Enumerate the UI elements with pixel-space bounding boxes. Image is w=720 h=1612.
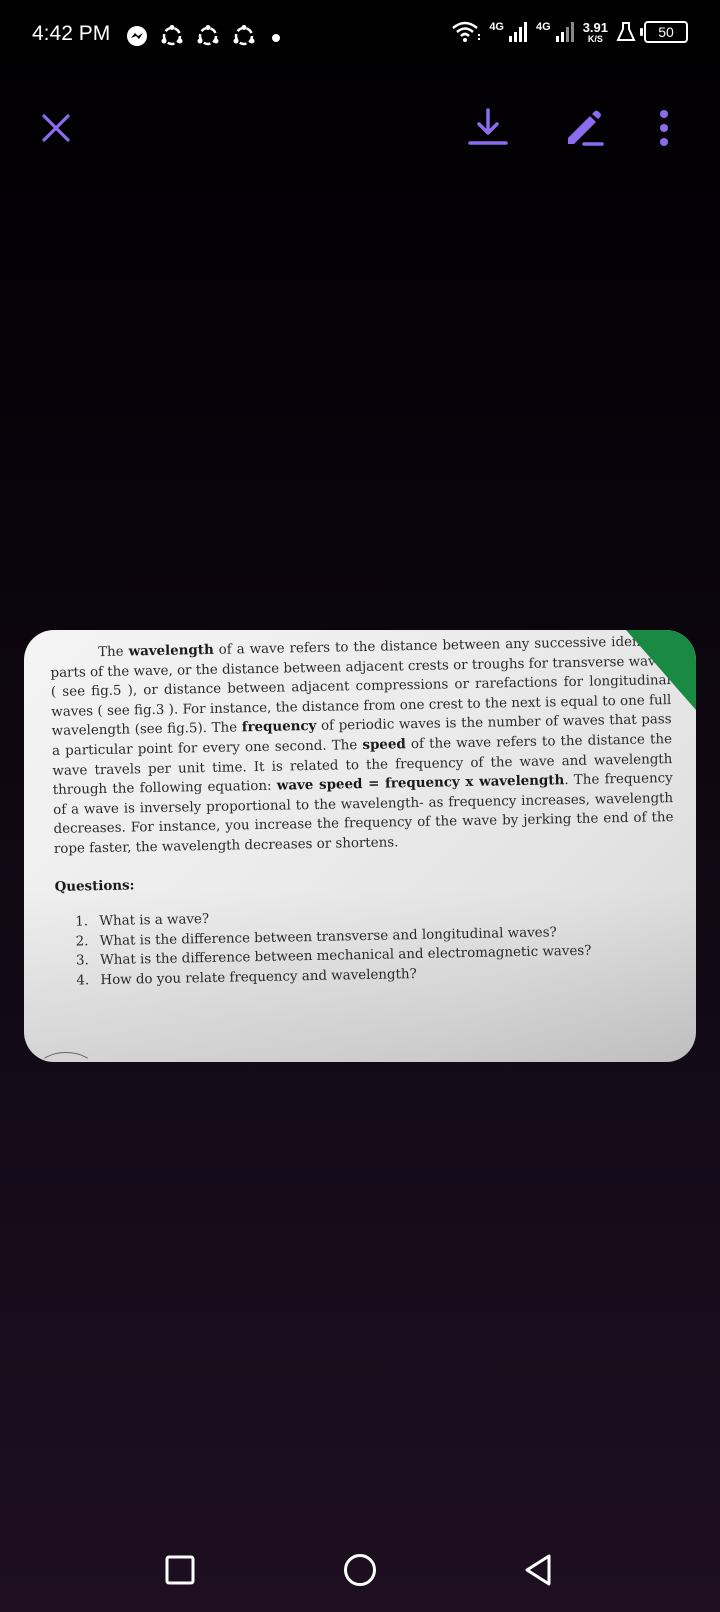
text-run: The — [98, 644, 129, 661]
question-number: 4. — [76, 973, 90, 989]
messenger-icon — [127, 26, 147, 46]
share-icon — [197, 25, 219, 46]
document-image: The wavelength of a wave refers to the d… — [24, 630, 696, 1062]
bold-term-speed: speed — [362, 736, 406, 753]
system-icons: 4G 4G 3.91 K/S 50 — [451, 20, 688, 44]
notification-icons — [126, 24, 284, 48]
pen-icon — [568, 110, 604, 146]
bold-term-frequency: frequency — [241, 718, 317, 736]
document-paragraph: The wavelength of a wave refers to the d… — [50, 632, 674, 859]
bold-term-wavelength: wavelength — [128, 641, 214, 660]
questions-list: 1. What is a wave? 2. What is the differen… — [55, 901, 676, 991]
battery-indicator: 50 — [640, 21, 688, 43]
question-number: 2. — [75, 934, 89, 950]
questions-heading: Questions: — [54, 876, 135, 895]
network-type-2: 4G — [536, 21, 551, 33]
share-icon — [233, 25, 255, 46]
signal-icon — [509, 22, 527, 42]
edit-button[interactable] — [558, 102, 610, 154]
green-corner-decoration — [626, 630, 696, 710]
recents-button[interactable] — [150, 1540, 210, 1600]
network-type-1: 4G — [489, 21, 504, 33]
triangle-back-icon — [525, 1554, 551, 1586]
square-icon — [165, 1555, 195, 1585]
wifi-icon — [452, 21, 481, 42]
more-vertical-icon — [660, 110, 668, 146]
close-button[interactable] — [30, 102, 82, 154]
document-text: The wavelength of a wave refers to the d… — [50, 632, 677, 991]
question-number: 3. — [75, 953, 90, 969]
back-button[interactable] — [508, 1540, 568, 1600]
close-icon — [42, 114, 70, 142]
question-text: What is a wave? — [99, 912, 210, 930]
question-number: 1. — [75, 914, 89, 930]
bold-equation: wave speed = frequency x wavelength — [276, 772, 565, 794]
status-bar: 4:42 PM 4G 4G 3.91 K/S 50 — [0, 0, 720, 72]
download-button[interactable] — [462, 102, 514, 154]
speed-unit: K/S — [587, 33, 603, 44]
question-text: How do you relate frequency and waveleng… — [100, 966, 417, 988]
home-button[interactable] — [330, 1540, 390, 1600]
status-time: 4:42 PM — [32, 22, 111, 45]
lab-flask-icon — [616, 22, 636, 41]
network-speed: 3.91 K/S — [583, 21, 608, 44]
circle-fragment-decoration — [38, 1052, 94, 1084]
share-icon — [161, 25, 183, 46]
download-icon — [468, 108, 508, 145]
more-options-button[interactable] — [638, 102, 690, 154]
signal-icon — [555, 22, 574, 42]
dot-icon — [272, 34, 280, 42]
circle-icon — [344, 1554, 376, 1586]
speed-value: 3.91 — [582, 19, 608, 35]
